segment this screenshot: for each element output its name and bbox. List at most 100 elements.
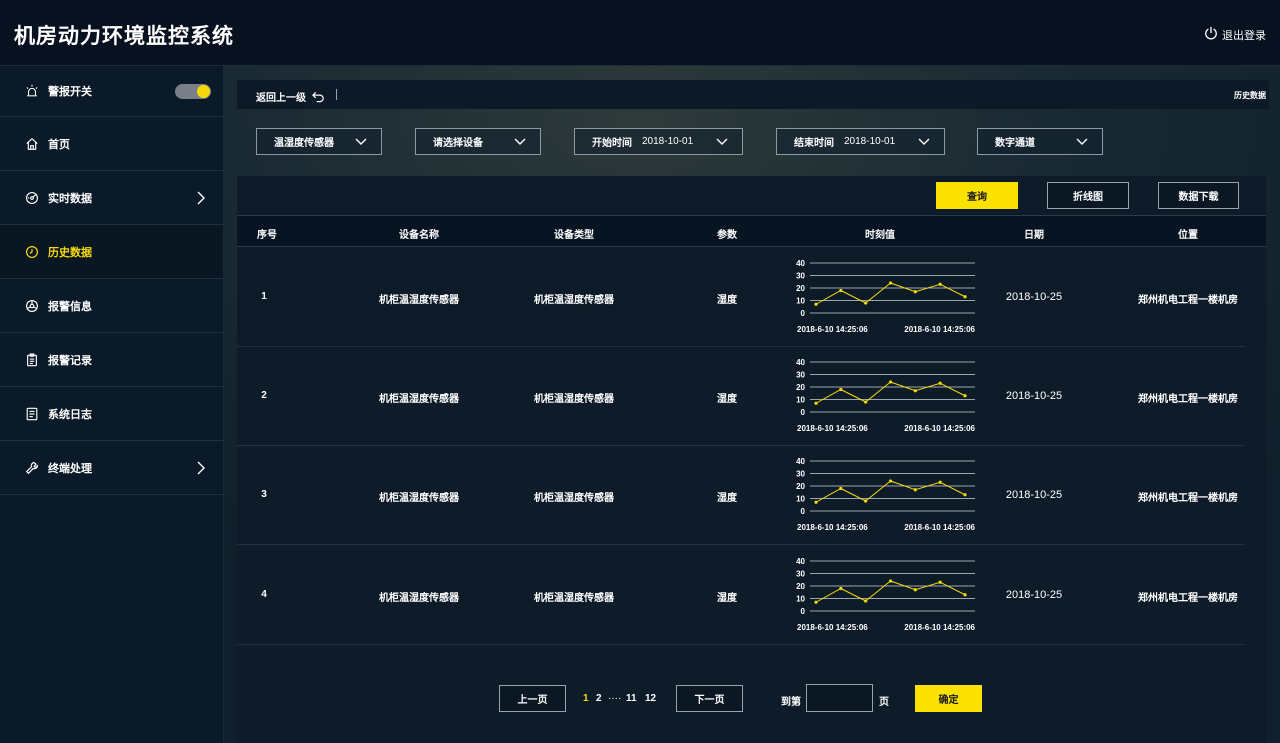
row-index: 3	[261, 489, 267, 500]
data-point	[888, 479, 893, 483]
sidebar-item-label: 实时数据	[48, 192, 92, 205]
y-tick-label: 20	[796, 284, 805, 293]
y-tick-label: 30	[796, 570, 805, 579]
data-point	[864, 301, 868, 305]
download-button[interactable]: 数据下载	[1158, 182, 1239, 209]
data-point	[864, 400, 868, 404]
y-tick-label: 10	[796, 495, 805, 504]
data-point	[963, 493, 967, 497]
end-time-select[interactable]: 结束时间 2018-10-01	[776, 128, 945, 155]
y-tick-label: 30	[796, 371, 805, 380]
breadcrumb: 历史数据	[1234, 91, 1266, 100]
alarm-toggle[interactable]	[175, 84, 211, 99]
location: 郑州机电工程一楼机房	[1138, 295, 1238, 306]
x-tick-label-end: 2018-6-10 14:25:06	[904, 623, 975, 632]
x-tick-label-end: 2018-6-10 14:25:06	[904, 424, 975, 433]
sparkline-chart: 40 30 20 10 0 2018-6-10 14:25:06 2018-6-10 14:…	[796, 358, 975, 433]
query-button[interactable]: 查询	[936, 182, 1018, 209]
column-header: 日期	[1024, 230, 1044, 241]
line-chart-button[interactable]: 折线图	[1047, 182, 1129, 209]
chevron-down-icon	[716, 138, 728, 145]
sidebar-item-label: 报警信息	[48, 300, 92, 313]
y-tick-label: 40	[796, 358, 805, 367]
next-page-button[interactable]: 下一页	[676, 685, 743, 712]
data-point	[814, 500, 818, 504]
chevron-down-icon	[918, 138, 930, 145]
toggle-knob	[197, 85, 210, 98]
goto-page-input[interactable]	[806, 684, 873, 712]
dashboard-icon	[24, 190, 39, 205]
date: 2018-10-25	[1005, 291, 1063, 303]
data-point	[913, 588, 917, 592]
start-time-label: 开始时间	[592, 138, 632, 149]
chevron-down-icon	[1076, 138, 1088, 145]
sensor-type-select[interactable]: 温湿度传感器	[256, 128, 382, 155]
data-point	[814, 302, 818, 306]
param: 湿度	[717, 394, 737, 405]
table-row[interactable]: 1 机柜温湿度传感器 机柜温湿度传感器 湿度 40 30 20 10 0 2018-6-1…	[237, 248, 1245, 347]
start-time-value: 2018-10-01	[642, 136, 694, 147]
page-ellipsis: ····	[608, 693, 622, 704]
device-select[interactable]: 请选择设备	[415, 128, 541, 155]
device-name: 机柜温湿度传感器	[379, 394, 459, 405]
y-tick-label: 10	[796, 297, 805, 306]
data-point	[814, 600, 818, 604]
table-row[interactable]: 2 机柜温湿度传感器 机柜温湿度传感器 湿度 40 30 20 10 0 2018-6-1…	[237, 347, 1245, 446]
select-value: 数字通道	[995, 138, 1035, 149]
back-label: 返回上一级	[256, 93, 306, 104]
page-number[interactable]: 2	[596, 693, 602, 704]
table-row[interactable]: 3 机柜温湿度传感器 机柜温湿度传感器 湿度 40 30 20 10 0 2018-6-1…	[237, 446, 1245, 545]
page-number[interactable]: 12	[645, 693, 656, 704]
data-point	[864, 599, 868, 603]
column-header: 时刻值	[865, 230, 895, 241]
device-name: 机柜温湿度传感器	[379, 493, 459, 504]
page-number[interactable]: 1	[583, 693, 589, 704]
y-tick-label: 0	[801, 309, 806, 318]
data-point	[938, 381, 942, 385]
goto-suffix: 页	[879, 697, 889, 708]
sidebar: 警报开关 首页 实时数据 历史数据 报警信息 报警记录 系统日志 终端处理	[0, 66, 224, 743]
column-header: 参数	[717, 230, 737, 241]
data-point	[839, 288, 843, 293]
channel-select[interactable]: 数字通道	[977, 128, 1103, 155]
series-line	[815, 381, 966, 404]
row-index: 1	[261, 291, 267, 302]
device-type: 机柜温湿度传感器	[534, 295, 614, 306]
param: 湿度	[717, 295, 737, 306]
y-tick-label: 30	[796, 272, 805, 281]
top-bar: 机房动力环境监控系统 退出登录	[0, 0, 1280, 66]
start-time-select[interactable]: 开始时间 2018-10-01	[574, 128, 743, 155]
sidebar-item-system-log[interactable]: 系统日志	[0, 387, 223, 441]
y-tick-label: 0	[801, 507, 806, 516]
confirm-button[interactable]: 确定	[915, 685, 982, 712]
data-point	[839, 387, 843, 392]
data-point	[913, 389, 917, 393]
data-point	[938, 282, 942, 286]
sidebar-item-realtime-data[interactable]: 实时数据	[0, 171, 223, 225]
select-value: 温湿度传感器	[274, 138, 334, 149]
param: 湿度	[717, 493, 737, 504]
back-button[interactable]: 返回上一级	[256, 89, 325, 104]
sidebar-item-label: 系统日志	[48, 408, 92, 421]
device-type: 机柜温湿度传感器	[534, 593, 614, 604]
prev-page-button[interactable]: 上一页	[499, 685, 566, 712]
sidebar-item-terminal[interactable]: 终端处理	[0, 441, 223, 495]
divider	[336, 89, 337, 100]
page-number[interactable]: 11	[626, 693, 637, 704]
logout-button[interactable]: 退出登录	[1204, 26, 1266, 43]
param: 湿度	[717, 593, 737, 604]
data-point	[888, 380, 893, 384]
table-row[interactable]: 4 机柜温湿度传感器 机柜温湿度传感器 湿度 40 30 20 10 0 2018-6-1…	[237, 546, 1245, 645]
x-tick-label-start: 2018-6-10 14:25:06	[797, 424, 868, 433]
sidebar-item-history-data[interactable]: 历史数据	[0, 225, 223, 279]
sidebar-item-home[interactable]: 首页	[0, 117, 223, 171]
date: 2018-10-25	[1005, 589, 1063, 601]
sidebar-item-label: 终端处理	[48, 462, 92, 475]
sidebar-item-alarm-info[interactable]: 报警信息	[0, 279, 223, 333]
column-header: 设备名称	[399, 230, 439, 241]
date: 2018-10-25	[1005, 489, 1063, 501]
y-tick-label: 0	[801, 408, 806, 417]
content-header: 返回上一级 历史数据	[237, 80, 1269, 109]
sidebar-item-alarm-records[interactable]: 报警记录	[0, 333, 223, 387]
device-type: 机柜温湿度传感器	[534, 493, 614, 504]
